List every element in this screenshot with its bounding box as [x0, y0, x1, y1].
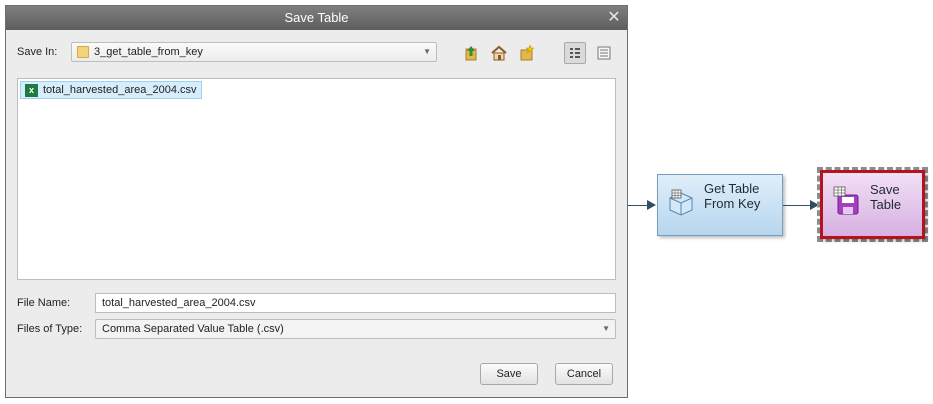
save-in-value: 3_get_table_from_key — [94, 46, 203, 58]
node-label: Save Table — [870, 182, 902, 212]
node-save-table[interactable]: Save Table — [820, 170, 925, 239]
list-view-icon[interactable] — [564, 42, 586, 64]
chevron-down-icon[interactable]: ▼ — [423, 47, 431, 56]
chevron-down-icon[interactable]: ▼ — [602, 324, 610, 333]
node-label: Get Table From Key — [704, 181, 761, 211]
workflow-edge-in — [628, 205, 649, 206]
excel-file-icon: x — [25, 84, 38, 97]
details-view-icon[interactable] — [594, 43, 614, 63]
home-icon[interactable] — [489, 43, 509, 63]
dialog-titlebar[interactable]: Save Table ✕ — [6, 6, 627, 30]
save-button[interactable]: Save — [480, 363, 538, 385]
save-in-label: Save In: — [17, 46, 58, 58]
files-of-type-label: Files of Type: — [17, 323, 83, 335]
save-table-icon — [833, 186, 859, 215]
arrowhead-icon — [647, 200, 656, 210]
files-of-type-value: Comma Separated Value Table (.csv) — [102, 323, 284, 335]
node-get-table-from-key[interactable]: Get Table From Key — [657, 174, 783, 236]
cancel-button[interactable]: Cancel — [555, 363, 613, 385]
save-in-combo[interactable]: 3_get_table_from_key ▼ — [71, 42, 437, 62]
close-icon[interactable]: ✕ — [605, 9, 623, 27]
file-item-name: total_harvested_area_2004.csv — [43, 84, 197, 96]
file-name-input[interactable] — [96, 294, 615, 312]
up-folder-icon[interactable] — [461, 43, 481, 63]
file-list[interactable]: x total_harvested_area_2004.csv — [17, 78, 616, 280]
table-cube-icon — [669, 189, 693, 216]
folder-icon — [77, 46, 89, 58]
save-table-dialog: Save Table ✕ Save In: 3_get_table_from_k… — [5, 5, 628, 398]
workflow-edge — [783, 205, 811, 206]
file-name-label: File Name: — [17, 297, 71, 309]
new-folder-icon[interactable] — [517, 43, 537, 63]
list-item[interactable]: x total_harvested_area_2004.csv — [20, 81, 202, 99]
dialog-title: Save Table — [284, 10, 349, 25]
file-name-field[interactable] — [95, 293, 616, 313]
files-of-type-combo[interactable]: Comma Separated Value Table (.csv) ▼ — [95, 319, 616, 339]
